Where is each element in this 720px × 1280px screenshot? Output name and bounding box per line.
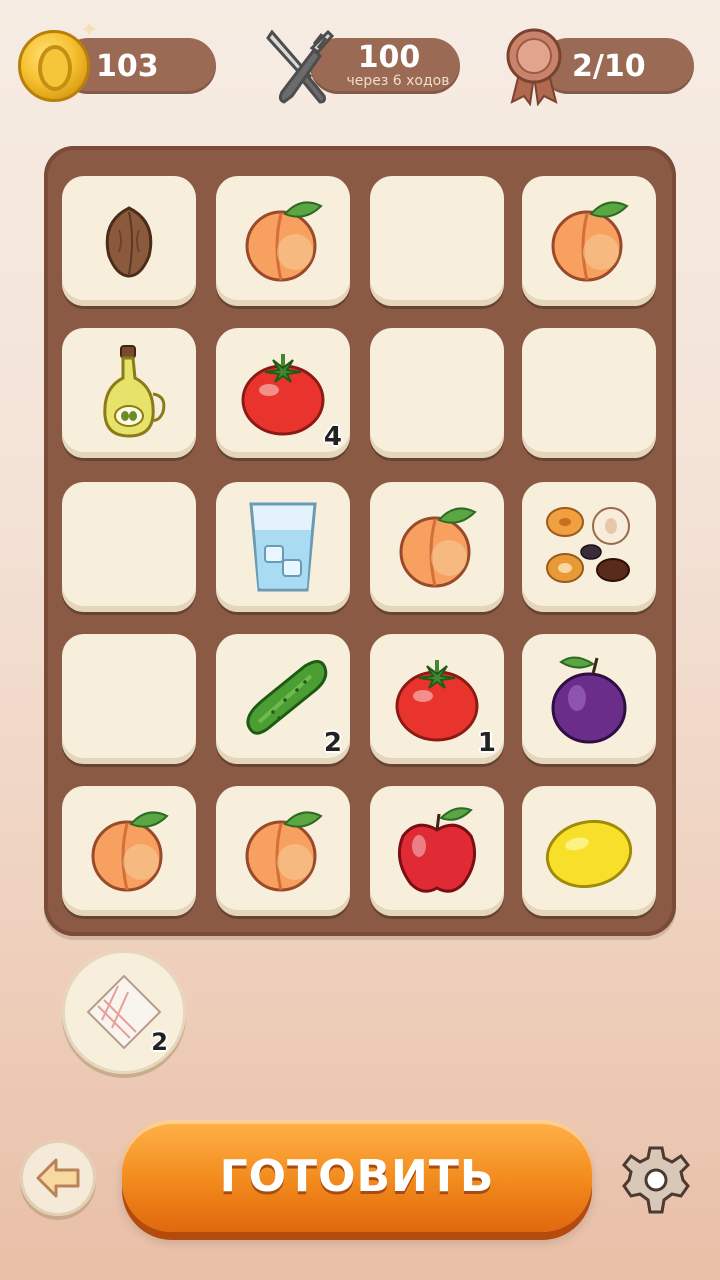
- item-count: 4: [323, 422, 342, 452]
- nut-icon: [105, 206, 153, 278]
- peach-icon: [551, 201, 629, 282]
- arrow-left-icon: [36, 1158, 80, 1198]
- booster-count: 2: [151, 1028, 168, 1056]
- level-progress-value: 2/10: [572, 48, 646, 84]
- peach-icon: [399, 507, 477, 588]
- board-tile-nut[interactable]: [62, 176, 196, 306]
- tomato-icon: [395, 660, 479, 742]
- gear-icon[interactable]: [622, 1146, 690, 1214]
- board-tile-peach[interactable]: [522, 176, 656, 306]
- score-note: через 6 ходов: [346, 73, 450, 89]
- cutlery-icon: [266, 29, 335, 104]
- item-count: 2: [323, 728, 342, 758]
- board-tile-apple[interactable]: [370, 786, 504, 916]
- board-tile-peach[interactable]: [216, 786, 350, 916]
- board-tile-plum[interactable]: [522, 634, 656, 764]
- water-glass-icon: [249, 502, 317, 592]
- board-tile-tomato[interactable]: 1: [370, 634, 504, 764]
- top-hud: 103 ✦ 100 через 6 ходов 2/10: [0, 0, 720, 120]
- board-tile-water[interactable]: [216, 482, 350, 612]
- cook-button[interactable]: ГОТОВИТЬ: [122, 1120, 592, 1232]
- board-tile-peach[interactable]: [216, 176, 350, 306]
- coins-value: 103: [96, 48, 159, 84]
- cucumber-icon: [246, 660, 328, 735]
- peach-icon: [245, 811, 323, 892]
- medal-icon: [506, 28, 562, 106]
- board-tile-dried-fruits[interactable]: [522, 482, 656, 612]
- board-tile-peach[interactable]: [370, 482, 504, 612]
- lemon-icon: [545, 820, 633, 888]
- plum-icon: [551, 656, 627, 744]
- tomato-icon: [241, 354, 325, 436]
- olive-oil-icon: [103, 345, 166, 438]
- game-board: 4 2 1: [44, 146, 676, 936]
- sparkle-icon: ✦: [80, 18, 99, 43]
- dried-fruits-icon: [546, 507, 630, 583]
- board-tile-peach[interactable]: [62, 786, 196, 916]
- item-count: 1: [477, 728, 496, 758]
- napkin-booster[interactable]: 2: [62, 950, 186, 1074]
- board-tile-tomato[interactable]: 4: [216, 328, 350, 458]
- peach-icon: [91, 811, 169, 892]
- board-tile-empty[interactable]: [370, 176, 504, 306]
- peach-icon: [245, 201, 323, 282]
- board-tile-empty[interactable]: [370, 328, 504, 458]
- board-tile-empty[interactable]: [62, 482, 196, 612]
- cook-button-label: ГОТОВИТЬ: [219, 1150, 495, 1202]
- apple-icon: [397, 807, 477, 893]
- board-tile-empty[interactable]: [522, 328, 656, 458]
- board-tile-cucumber[interactable]: 2: [216, 634, 350, 764]
- back-button[interactable]: [20, 1140, 96, 1216]
- board-tile-olive-oil[interactable]: [62, 328, 196, 458]
- board-tile-lemon[interactable]: [522, 786, 656, 916]
- board-tile-empty[interactable]: [62, 634, 196, 764]
